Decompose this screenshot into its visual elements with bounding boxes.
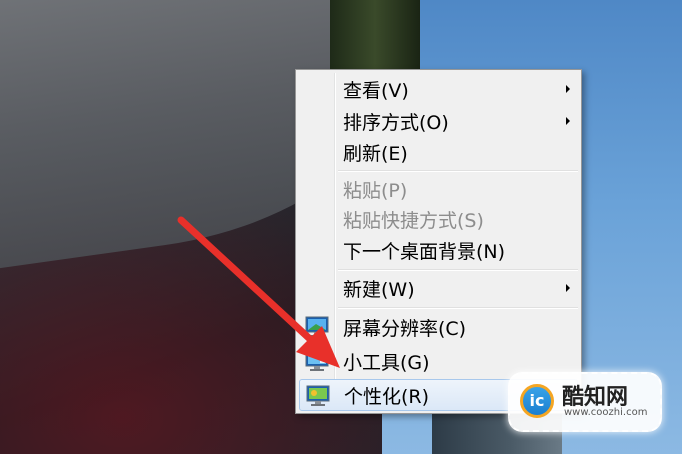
menu-separator [338, 170, 578, 172]
menu-item-sort-by[interactable]: 排序方式(O) [299, 105, 578, 137]
submenu-arrow-icon [566, 284, 570, 292]
personalize-icon [306, 385, 330, 406]
menu-item-paste-shortcut[interactable]: 粘贴快捷方式(S) [299, 203, 578, 235]
menu-item-new[interactable]: 新建(W) [299, 272, 578, 304]
menu-item-screen-resolution[interactable]: 屏幕分辨率(C) [299, 311, 578, 343]
menu-item-label: 新建(W) [343, 278, 415, 301]
watermark-logo-icon: ic [520, 384, 554, 418]
menu-item-view[interactable]: 查看(V) [299, 73, 578, 105]
site-watermark: ic 酷知网 www.coozhi.com [508, 372, 662, 432]
menu-item-label: 排序方式(O) [343, 111, 449, 134]
menu-item-label: 小工具(G) [343, 351, 430, 374]
menu-item-label: 粘贴快捷方式(S) [343, 209, 484, 232]
watermark-url: www.coozhi.com [564, 407, 648, 418]
watermark-logo-text: ic [529, 391, 545, 410]
submenu-arrow-icon [566, 117, 570, 125]
menu-item-label: 下一个桌面背景(N) [343, 240, 506, 263]
menu-item-label: 个性化(R) [344, 385, 430, 408]
menu-item-label: 屏幕分辨率(C) [343, 317, 467, 340]
menu-separator [338, 307, 578, 309]
gadgets-icon [305, 350, 329, 371]
menu-item-label: 粘贴(P) [343, 179, 408, 202]
wallpaper-tower [330, 0, 420, 70]
display-icon [305, 316, 329, 337]
menu-separator [338, 269, 578, 271]
submenu-arrow-icon [566, 85, 570, 93]
menu-item-label: 查看(V) [343, 79, 409, 102]
menu-item-label: 刷新(E) [343, 142, 408, 165]
menu-item-paste[interactable]: 粘贴(P) [299, 173, 578, 205]
menu-item-next-desktop-background[interactable]: 下一个桌面背景(N) [299, 234, 578, 266]
desktop-context-menu: 查看(V) 排序方式(O) 刷新(E) 粘贴(P) 粘贴快捷方式(S) 下一个桌… [295, 69, 582, 414]
menu-item-refresh[interactable]: 刷新(E) [299, 136, 578, 168]
